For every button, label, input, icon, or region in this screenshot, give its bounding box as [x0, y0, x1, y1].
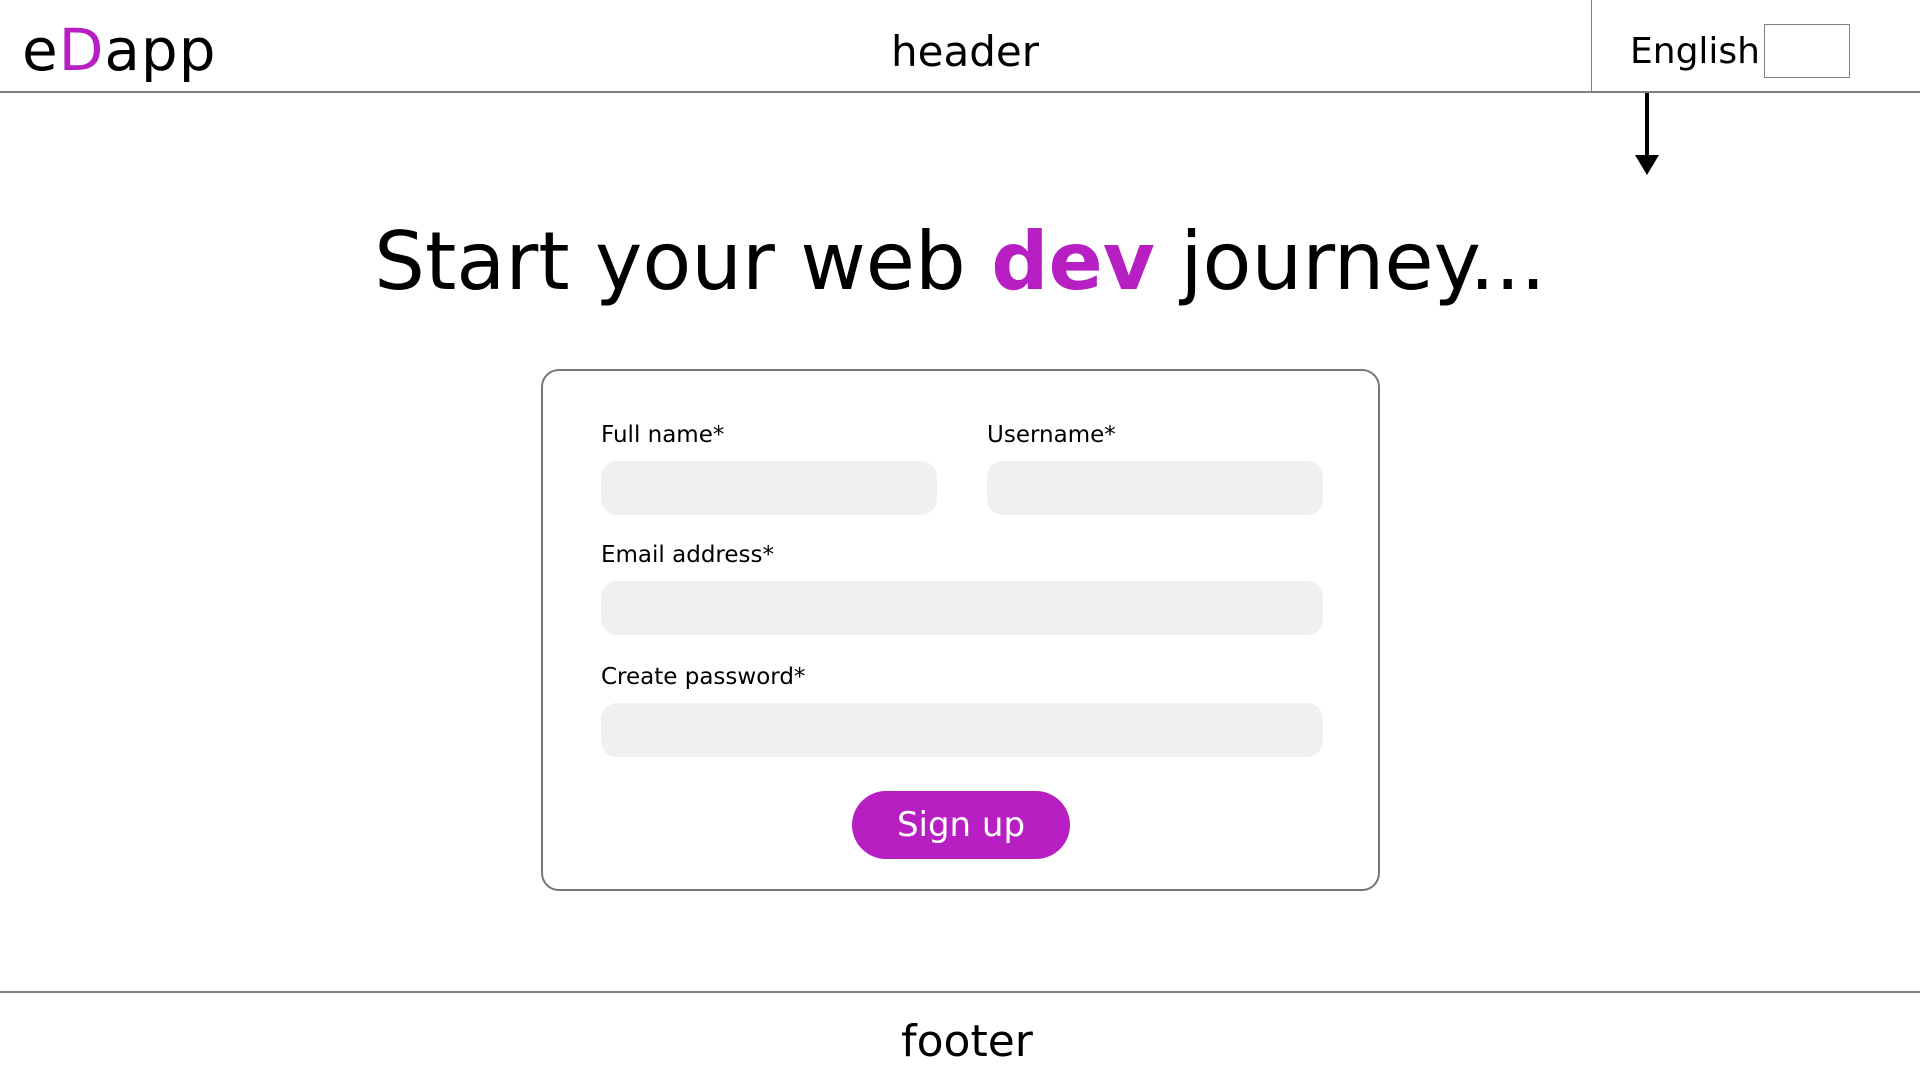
headline-suffix: journey... [1180, 215, 1546, 308]
page-headline: Start your web dev journey... [0, 212, 1920, 312]
email-label: Email address* [601, 542, 774, 568]
email-input[interactable] [601, 581, 1323, 635]
headline-prefix: Start your web [374, 215, 966, 308]
fullname-input[interactable] [601, 461, 937, 515]
username-label: Username* [987, 422, 1116, 448]
signup-button[interactable]: Sign up [852, 791, 1070, 859]
language-label: English [1630, 31, 1760, 72]
password-label: Create password* [601, 664, 806, 690]
fullname-label: Full name* [601, 422, 725, 448]
username-input[interactable] [987, 461, 1323, 515]
footer-bar: footer [0, 991, 1920, 1080]
header-bar: eDapp header English [0, 0, 1920, 93]
signup-form: Full name* Username* Email address* Crea… [541, 369, 1380, 891]
language-select[interactable] [1764, 24, 1850, 78]
signup-page: eDapp header English Start your web dev … [0, 0, 1920, 1080]
headline-accent: dev [991, 215, 1155, 308]
arrow-down-icon [1635, 93, 1659, 175]
password-input[interactable] [601, 703, 1323, 757]
footer-text: footer [901, 1016, 1033, 1067]
language-divider [1591, 0, 1592, 92]
